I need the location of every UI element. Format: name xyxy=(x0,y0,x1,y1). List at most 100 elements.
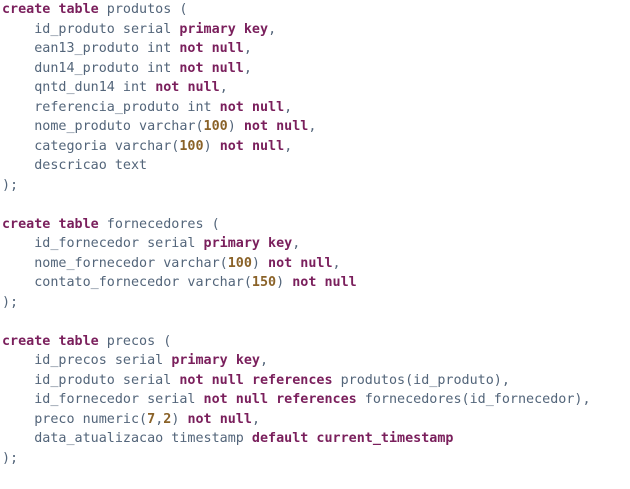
code-line: create table precos ( xyxy=(2,332,630,352)
code-text: , xyxy=(260,353,269,368)
code-text: dun14_produto int xyxy=(2,60,180,76)
sql-keyword: table xyxy=(58,2,99,17)
code-line: id_produto serial not null references pr… xyxy=(2,371,630,391)
code-line: nome_fornecedor varchar(100) not null, xyxy=(2,254,630,274)
code-line: ); xyxy=(2,449,630,469)
sql-keyword: not xyxy=(155,80,180,95)
code-text: ); xyxy=(2,450,19,466)
code-text: descricao text xyxy=(2,158,148,173)
sql-number: 150 xyxy=(251,275,277,290)
code-line: id_precos serial primary key, xyxy=(2,351,630,371)
sql-keyword: create xyxy=(2,216,51,232)
code-text: , xyxy=(292,236,301,251)
sql-keyword: create xyxy=(2,333,51,349)
sql-keyword: null xyxy=(235,392,269,407)
sql-keyword: primary xyxy=(203,236,260,251)
sql-keyword: not xyxy=(179,372,204,388)
code-line: create table fornecedores ( xyxy=(2,215,630,235)
code-text: fornecedores ( xyxy=(98,216,220,232)
sql-keyword: references xyxy=(251,372,333,388)
code-line: ean13_produto int not null, xyxy=(2,39,630,59)
code-text: , xyxy=(243,60,252,76)
sql-keyword: null xyxy=(211,60,244,76)
code-text: preco numeric( xyxy=(2,411,148,427)
sql-keyword: primary xyxy=(171,353,228,368)
code-text: id_fornecedor serial xyxy=(2,392,204,407)
code-text: id_produto serial xyxy=(2,21,180,37)
code-line: id_produto serial primary key, xyxy=(2,20,630,40)
code-text: ) xyxy=(251,255,269,271)
sql-keyword: null xyxy=(187,80,220,95)
code-line: preco numeric(7,2) not null, xyxy=(2,410,630,430)
code-text: ) xyxy=(276,275,293,290)
code-text: categoria varchar( xyxy=(2,138,180,154)
sql-keyword: table xyxy=(58,216,99,232)
code-line: categoria varchar(100) not null, xyxy=(2,137,630,157)
code-text: precos ( xyxy=(98,333,172,349)
sql-keyword: not xyxy=(268,255,293,271)
code-text: id_produto serial xyxy=(2,372,180,388)
code-text: , xyxy=(284,99,293,115)
code-text: , xyxy=(332,255,341,271)
sql-keyword: not xyxy=(187,411,212,427)
sql-keyword: table xyxy=(58,333,99,349)
code-line: data_atualizacao timestamp default curre… xyxy=(2,429,630,449)
code-text: ); xyxy=(2,294,19,310)
sql-keyword: not xyxy=(179,60,204,76)
code-text: nome_fornecedor varchar( xyxy=(2,255,228,271)
code-text: fornecedores(id_fornecedor), xyxy=(356,392,591,407)
code-text: data_atualizacao timestamp xyxy=(2,431,252,446)
sql-number: 100 xyxy=(227,255,252,271)
code-text: , xyxy=(219,80,228,95)
sql-keyword: null xyxy=(251,99,285,115)
sql-keyword: not xyxy=(292,275,317,290)
code-line: descricao text xyxy=(2,156,630,176)
code-text: nome_produto varchar( xyxy=(2,119,204,134)
code-line: nome_produto varchar(100) not null, xyxy=(2,117,630,137)
sql-keyword: null xyxy=(219,411,252,427)
code-text: , xyxy=(243,41,252,56)
sql-keyword: null xyxy=(276,119,309,134)
sql-keyword: primary xyxy=(179,21,236,37)
sql-keyword: key xyxy=(268,236,293,251)
code-line: qntd_dun14 int not null, xyxy=(2,78,630,98)
sql-keyword: not xyxy=(219,138,244,154)
sql-keyword: null xyxy=(324,275,357,290)
code-text: produtos(id_produto), xyxy=(332,372,510,388)
sql-keyword: null xyxy=(251,138,285,154)
sql-code-block: create table produtos ( id_produto seria… xyxy=(0,0,630,468)
code-text: ) xyxy=(203,138,220,154)
sql-keyword: current_timestamp xyxy=(316,431,454,446)
sql-keyword: not xyxy=(243,119,269,134)
code-text: ) xyxy=(171,411,188,427)
code-text: , xyxy=(268,21,277,37)
sql-keyword: references xyxy=(276,392,357,407)
code-line: contato_fornecedor varchar(150) not null xyxy=(2,273,630,293)
code-text: id_fornecedor serial xyxy=(2,236,204,251)
sql-keyword: not xyxy=(219,99,244,115)
code-text: qntd_dun14 int xyxy=(2,80,156,95)
sql-keyword: null xyxy=(300,255,333,271)
code-line: create table produtos ( xyxy=(2,0,630,20)
code-line: dun14_produto int not null, xyxy=(2,59,630,79)
sql-keyword: default xyxy=(251,431,309,446)
code-line: id_fornecedor serial primary key, xyxy=(2,234,630,254)
sql-keyword: not xyxy=(203,392,228,407)
code-text: ean13_produto int xyxy=(2,41,180,56)
sql-keyword: key xyxy=(235,353,260,368)
